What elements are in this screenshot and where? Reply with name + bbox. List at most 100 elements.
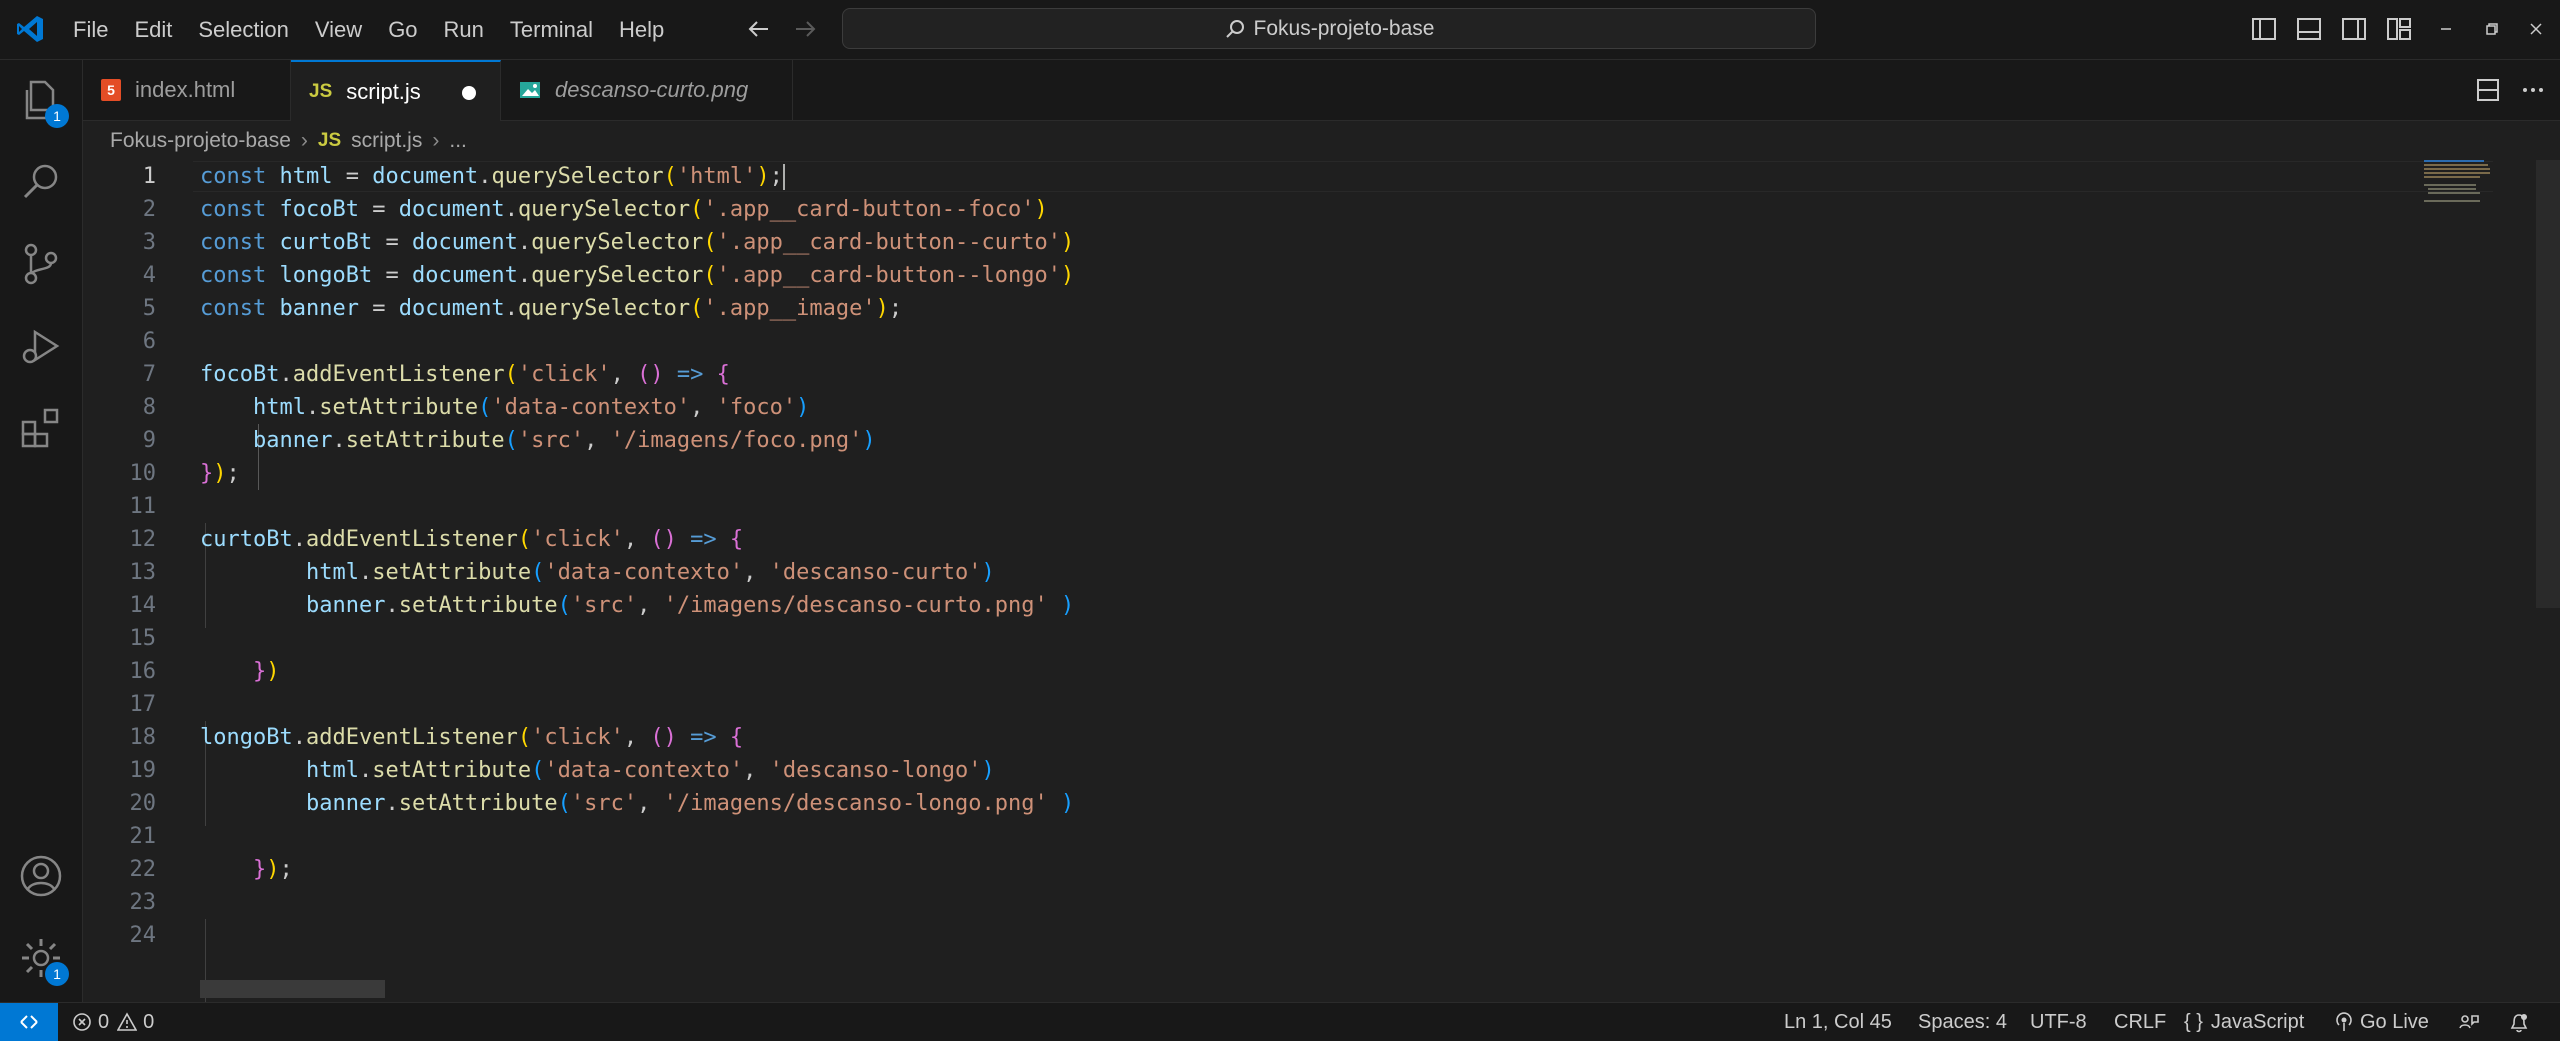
code-line[interactable]: 10}); [83,457,2383,490]
manage-button[interactable]: 1 [17,934,69,986]
menu-run[interactable]: Run [431,0,497,59]
minimap-line [2424,184,2476,186]
code-line[interactable]: 3 const curtoBt = document.querySelector(… [83,226,2383,259]
line-number: 2 [142,197,156,222]
toggle-primary-sidebar-icon[interactable] [2250,15,2278,43]
code-line[interactable]: 16 }) [83,655,2383,688]
code-line[interactable]: 8 html.setAttribute('data-contexto', 'fo… [83,391,2383,424]
breadcrumb-folder[interactable]: Fokus-projeto-base [110,129,291,153]
more-actions-icon[interactable] [2519,76,2547,104]
line-number: 11 [129,494,157,519]
vertical-scrollbar[interactable] [2536,160,2560,608]
forward-arrow-icon[interactable] [790,14,820,44]
explorer-button[interactable]: 1 [17,76,69,128]
line-number: 17 [129,692,157,717]
code-line[interactable]: 1 const html = document.querySelector('ht… [83,160,2383,193]
minimap-line [2428,188,2476,190]
notifications-bell-icon[interactable] [2508,1012,2530,1034]
code-line[interactable]: 2 const focoBt = document.querySelector('… [83,193,2383,226]
toggle-secondary-sidebar-icon[interactable] [2340,15,2368,43]
line-number: 24 [129,923,157,948]
code-text: }) [252,659,280,684]
minimize-icon[interactable] [2432,15,2460,43]
breadcrumb-symbol[interactable]: ... [449,129,467,153]
code-line[interactable]: 4 const longoBt = document.querySelector(… [83,259,2383,292]
editor-tabs: 5 index.html JS script.js descanso-curto… [83,60,2560,121]
tab-descanso-curto-png[interactable]: descanso-curto.png [501,60,793,120]
code-line[interactable]: 18 longoBt.addEventListener('click', () =… [83,721,2383,754]
accounts-button[interactable] [17,852,65,900]
remote-icon [20,1015,38,1029]
menu-edit[interactable]: Edit [121,0,185,59]
minimap[interactable] [2424,158,2524,206]
run-debug-button[interactable] [17,322,65,370]
problems-indicator[interactable]: 0 0 [72,1003,154,1041]
search-view-button[interactable] [17,158,65,206]
code-line[interactable]: 11 [83,490,2383,523]
code-line[interactable]: 9 banner.setAttribute('src', '/imagens/f… [83,424,2383,457]
title-bar: File Edit Selection View Go Run Terminal… [0,0,2560,60]
breadcrumb-file[interactable]: script.js [351,129,422,153]
code-editor[interactable]: 1 const html = document.querySelector('ht… [83,160,2560,1024]
remote-indicator[interactable] [0,1003,58,1041]
customize-layout-icon[interactable] [2385,15,2413,43]
code-line[interactable]: 22 }); [83,853,2383,886]
go-live-label: Go Live [2360,1011,2429,1033]
run-debug-icon [22,329,60,364]
go-live-button[interactable]: Go Live [2334,1003,2429,1041]
back-arrow-icon[interactable] [744,14,774,44]
code-line[interactable]: 19 html.setAttribute('data-contexto', 'd… [83,754,2383,787]
code-line[interactable]: 12 curtoBt.addEventListener('click', () =… [83,523,2383,556]
menu-view[interactable]: View [302,0,375,59]
unsaved-dot-icon[interactable] [462,86,476,100]
line-number: 13 [129,560,157,585]
end-of-line[interactable]: CRLF [2114,1003,2166,1041]
menu-terminal[interactable]: Terminal [497,0,606,59]
toggle-panel-icon[interactable] [2295,15,2323,43]
code-text: const longoBt = document.querySelector('… [200,263,1075,288]
cursor-position[interactable]: Ln 1, Col 45 [1784,1003,1892,1041]
code-text: focoBt.addEventListener('click', () => { [200,362,730,387]
code-line[interactable]: 24 [83,919,2383,952]
language-mode[interactable]: { } JavaScript [2184,1003,2304,1041]
minimap-line [2428,192,2480,194]
menu-bar: File Edit Selection View Go Run Terminal… [60,0,677,59]
command-center-search[interactable]: Fokus-projeto-base [842,8,1816,49]
code-text: const banner = document.querySelector('.… [200,296,903,321]
feedback-icon[interactable] [2458,1012,2480,1034]
menu-file[interactable]: File [60,0,121,59]
line-number: 5 [142,296,156,321]
account-icon [20,855,62,897]
extensions-button[interactable] [17,404,65,452]
code-line[interactable]: 6 [83,325,2383,358]
menu-help[interactable]: Help [606,0,677,59]
menu-go[interactable]: Go [375,0,430,59]
code-line[interactable]: 15 [83,622,2383,655]
horizontal-scrollbar[interactable] [200,980,385,998]
code-line[interactable]: 17 [83,688,2383,721]
restore-icon[interactable] [2477,15,2505,43]
code-line[interactable]: 21 [83,820,2383,853]
code-line[interactable]: 20 banner.setAttribute('src', '/imagens/… [83,787,2383,820]
code-line[interactable]: 5 const banner = document.querySelector('… [83,292,2383,325]
line-number: 4 [142,263,156,288]
code-line[interactable]: 7 focoBt.addEventListener('click', () => … [83,358,2383,391]
line-number: 7 [142,362,156,387]
encoding[interactable]: UTF-8 [2030,1003,2087,1041]
close-window-icon[interactable] [2522,15,2550,43]
explorer-badge: 1 [45,104,69,128]
tab-index-html[interactable]: 5 index.html [83,60,291,120]
menu-selection[interactable]: Selection [185,0,302,59]
warning-icon [117,1012,138,1031]
split-editor-icon[interactable] [2474,76,2502,104]
tab-script-js[interactable]: JS script.js [291,60,501,121]
line-number: 18 [129,725,157,750]
source-control-button[interactable] [17,240,65,288]
code-line[interactable]: 14 banner.setAttribute('src', '/imagens/… [83,589,2383,622]
breadcrumb: Fokus-projeto-base › JS script.js › ... [110,126,467,156]
indentation[interactable]: Spaces: 4 [1918,1003,2007,1041]
language-label: JavaScript [2210,1011,2305,1033]
vscode-logo-icon [17,16,43,42]
code-line[interactable]: 13 html.setAttribute('data-contexto', 'd… [83,556,2383,589]
code-line[interactable]: 23 [83,886,2383,919]
